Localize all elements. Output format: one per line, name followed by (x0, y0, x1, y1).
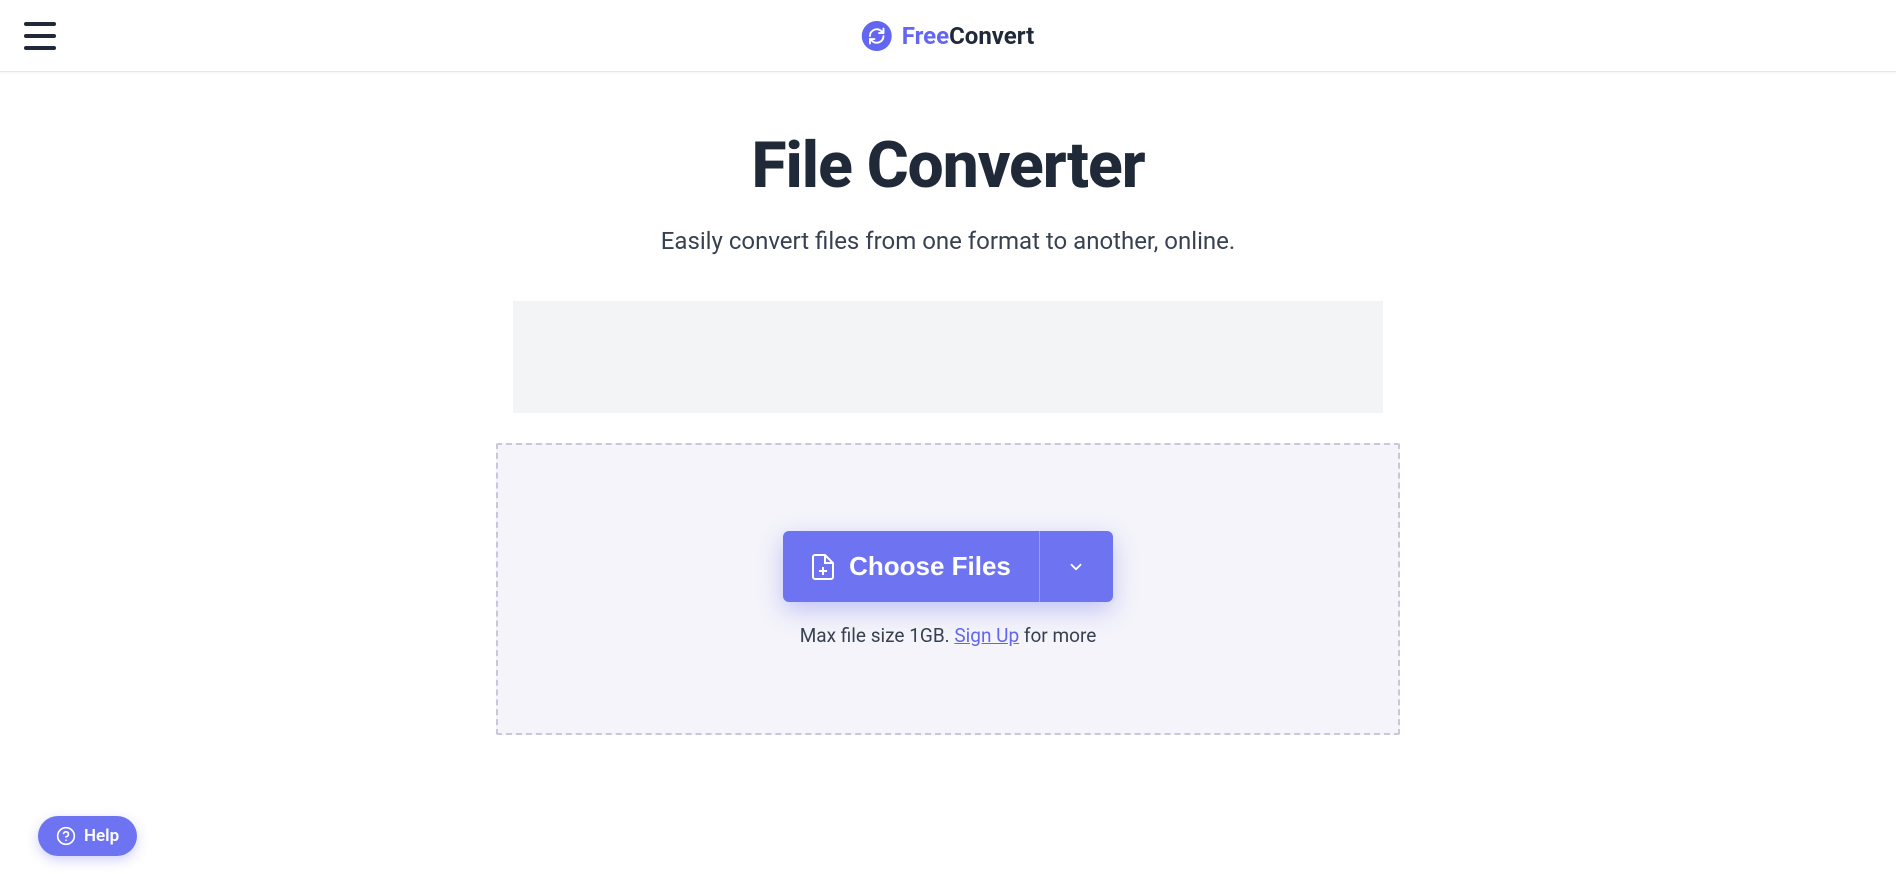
main-content: File Converter Easily convert files from… (0, 72, 1896, 735)
help-label: Help (84, 826, 119, 846)
page-subtitle: Easily convert files from one format to … (661, 227, 1235, 255)
chevron-down-icon (1067, 558, 1085, 576)
signup-link[interactable]: Sign Up (954, 624, 1019, 647)
help-circle-icon (56, 826, 76, 846)
size-note-prefix: Max file size 1GB. (800, 624, 955, 647)
hamburger-menu-icon[interactable] (24, 22, 56, 50)
choose-files-label: Choose Files (849, 551, 1011, 582)
header: FreeConvert (0, 0, 1896, 72)
choose-files-group: Choose Files (783, 531, 1113, 602)
page-title: File Converter (751, 128, 1144, 203)
logo[interactable]: FreeConvert (862, 21, 1035, 51)
size-note-suffix: for more (1019, 624, 1096, 647)
help-widget-button[interactable]: Help (38, 816, 137, 856)
file-plus-icon (811, 553, 835, 581)
ad-placeholder (513, 301, 1383, 413)
logo-text-free: Free (902, 22, 949, 50)
choose-files-dropdown-button[interactable] (1039, 531, 1113, 602)
choose-files-button[interactable]: Choose Files (783, 531, 1039, 602)
file-dropzone[interactable]: Choose Files Max file size 1GB. Sign Up … (496, 443, 1400, 735)
file-size-note: Max file size 1GB. Sign Up for more (800, 624, 1097, 647)
logo-text: FreeConvert (902, 22, 1035, 50)
logo-text-convert: Convert (949, 22, 1034, 50)
refresh-circle-icon (862, 21, 892, 51)
